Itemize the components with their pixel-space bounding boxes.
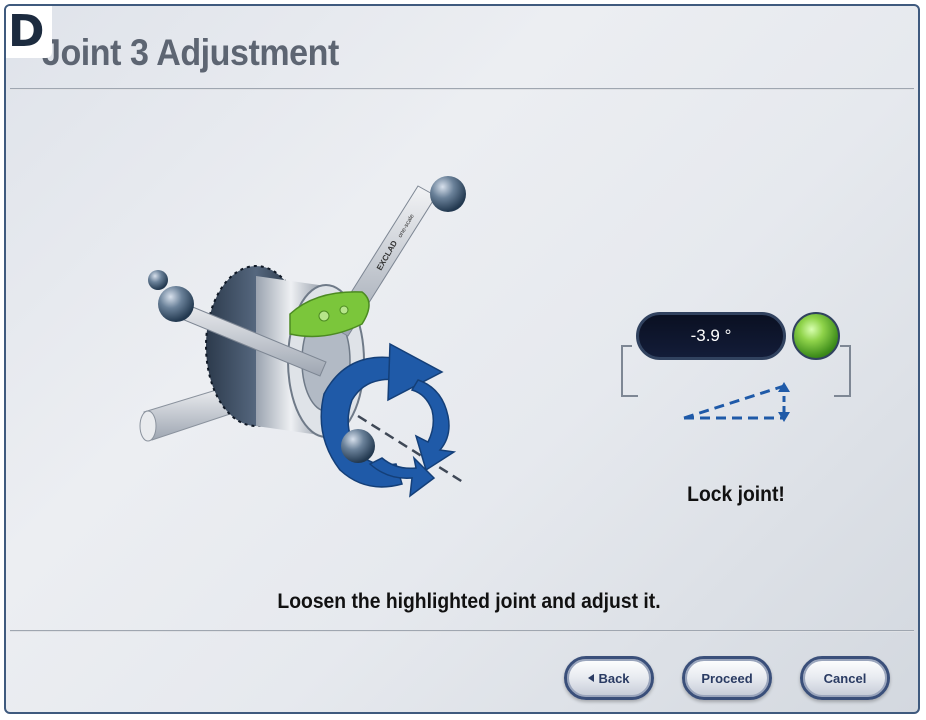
proceed-button-label: Proceed: [701, 670, 753, 686]
page-title: Joint 3 Adjustment: [42, 32, 339, 73]
footer-divider: [10, 630, 914, 632]
back-button[interactable]: Back: [564, 656, 654, 700]
angle-value-display: -3.9 °: [636, 312, 786, 360]
lock-joint-message: Lock joint!: [687, 483, 785, 506]
cancel-button[interactable]: Cancel: [800, 656, 890, 700]
front-ball: [341, 429, 375, 463]
header-divider: [10, 88, 914, 90]
angle-indicator-icon: [683, 382, 790, 422]
back-button-label: Back: [598, 670, 630, 686]
joint-illustration: EXCLAD one-scale: [139, 176, 467, 498]
cancel-button-label: Cancel: [823, 670, 867, 686]
proceed-button[interactable]: Proceed: [682, 656, 772, 700]
instruction-text: Loosen the highlighted joint and adjust …: [277, 590, 661, 613]
status-led: [792, 312, 840, 360]
panel-label: D: [6, 6, 52, 58]
arrow-left-icon: [588, 674, 595, 682]
adjustment-window: D Joint 3 Adjustment EXCLAD one-scale -3…: [4, 4, 920, 714]
